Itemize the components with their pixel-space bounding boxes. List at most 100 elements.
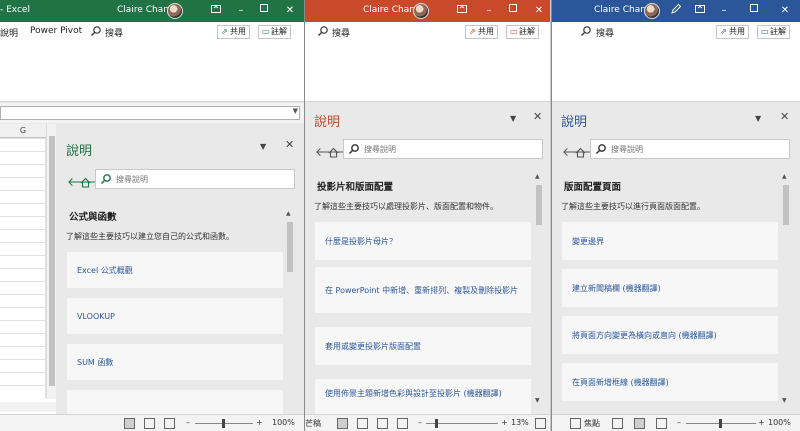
scroll-down-icon[interactable]: ▼ <box>535 397 540 404</box>
help-search-input[interactable] <box>611 142 761 156</box>
tell-me-label[interactable]: 搜尋 <box>332 26 350 39</box>
list-item[interactable]: 建立新聞稿欄 (機器翻譯) <box>562 269 778 307</box>
zoom-out-icon[interactable]: – <box>186 418 190 427</box>
help-search-input[interactable] <box>116 172 266 186</box>
ribbon-display-options-icon[interactable] <box>208 3 224 19</box>
scroll-thumb[interactable] <box>287 222 293 272</box>
list-item[interactable]: Excel 公式概觀 <box>67 252 283 288</box>
user-name[interactable]: Claire Chang <box>117 5 175 15</box>
share-button[interactable]: ⇗ 共用 <box>465 25 498 39</box>
search-icon[interactable] <box>90 25 102 37</box>
zoom-in-icon[interactable]: + <box>501 418 508 427</box>
chevron-down-icon[interactable]: ▼ <box>293 107 298 115</box>
print-layout-icon[interactable] <box>634 418 645 429</box>
help-scrollbar[interactable]: ▲ ▼ <box>781 171 791 409</box>
close-icon[interactable]: ✕ <box>285 138 294 151</box>
zoom-level[interactable]: 100% <box>768 418 791 427</box>
close-icon[interactable]: ✕ <box>777 3 793 19</box>
avatar[interactable] <box>167 3 183 19</box>
avatar[interactable] <box>644 3 660 19</box>
close-icon[interactable]: ✕ <box>533 110 542 123</box>
tab-help[interactable]: 說明 <box>0 26 18 39</box>
home-icon[interactable] <box>80 177 91 189</box>
list-item[interactable]: VLOOKUP <box>67 298 283 334</box>
close-icon[interactable]: ✕ <box>780 110 789 123</box>
scroll-down-icon[interactable]: ▼ <box>782 397 787 404</box>
list-item[interactable]: 變更邊界 <box>562 222 778 260</box>
zoom-level[interactable]: 100% <box>272 418 295 427</box>
user-name[interactable]: Claire Chang <box>363 5 421 15</box>
vertical-scrollbar[interactable] <box>46 124 56 399</box>
zoom-slider-thumb[interactable] <box>222 419 225 428</box>
read-mode-icon[interactable] <box>612 418 623 429</box>
chevron-down-icon[interactable]: ▼ <box>260 142 266 151</box>
chevron-down-icon[interactable]: ▼ <box>510 114 516 123</box>
list-item[interactable]: SUM 函數 <box>67 344 283 380</box>
normal-view-icon[interactable] <box>124 418 135 429</box>
zoom-in-icon[interactable]: + <box>256 418 263 427</box>
minimize-icon[interactable]: – <box>716 3 732 19</box>
page-layout-icon[interactable] <box>144 418 155 429</box>
comment-button[interactable]: ▭註解 <box>506 25 539 39</box>
reading-view-icon[interactable] <box>377 418 388 429</box>
slide-sorter-icon[interactable] <box>357 418 368 429</box>
cell-grid[interactable] <box>0 138 46 398</box>
list-item[interactable]: 在 PowerPoint 中新增、重新排列、複製及刪除投影片 <box>315 267 531 313</box>
minimize-icon[interactable]: – <box>233 3 249 19</box>
tell-me-label[interactable]: 搜尋 <box>105 26 123 39</box>
pen-icon[interactable] <box>668 3 684 19</box>
zoom-out-icon[interactable]: – <box>677 418 681 427</box>
normal-view-icon[interactable] <box>337 418 348 429</box>
zoom-out-icon[interactable]: – <box>418 418 422 427</box>
scroll-up-icon[interactable]: ▲ <box>535 173 540 180</box>
avatar[interactable] <box>413 3 429 19</box>
tab-power-pivot[interactable]: Power Pivot <box>30 26 82 36</box>
zoom-slider-thumb[interactable] <box>719 419 722 428</box>
zoom-in-icon[interactable]: + <box>758 418 765 427</box>
maximize-icon[interactable] <box>505 3 521 19</box>
search-icon[interactable] <box>317 25 329 37</box>
scroll-up-icon[interactable]: ▲ <box>286 210 291 217</box>
list-item[interactable]: 什麼是投影片母片？ <box>315 222 531 260</box>
maximize-icon[interactable] <box>746 3 762 19</box>
comment-button[interactable]: ▭註解 <box>258 25 291 39</box>
list-item[interactable]: 套用或變更投影片版面配置 <box>315 327 531 365</box>
zoom-slider-thumb[interactable] <box>435 419 438 428</box>
chevron-down-icon[interactable]: ▼ <box>755 114 761 123</box>
horizontal-scrollbar[interactable] <box>0 402 56 412</box>
scroll-thumb[interactable] <box>49 136 55 386</box>
list-item[interactable]: 使用佈景主題新增色彩與設計至投影片 (機器翻譯) <box>315 379 531 414</box>
page-break-view-icon[interactable] <box>164 418 175 429</box>
status-text[interactable]: 芒稿 <box>305 418 321 429</box>
list-item[interactable]: 在頁面新增框線 (機器翻譯) <box>562 363 778 401</box>
formula-input[interactable] <box>0 106 300 120</box>
user-name[interactable]: Claire Chang <box>594 5 652 15</box>
share-button[interactable]: ⇗ 共用 <box>716 25 749 39</box>
home-icon[interactable] <box>575 147 586 159</box>
help-search-box[interactable] <box>95 169 295 189</box>
list-item[interactable] <box>67 390 283 414</box>
tell-me-label[interactable]: 搜尋 <box>596 26 614 39</box>
help-search-input[interactable] <box>364 142 514 156</box>
scroll-thumb[interactable] <box>536 185 542 225</box>
column-header[interactable]: G <box>0 124 46 138</box>
share-button[interactable]: ⇗ 共用 <box>217 25 250 39</box>
web-layout-icon[interactable] <box>656 418 667 429</box>
fit-slide-icon[interactable] <box>535 418 546 429</box>
focus-label[interactable]: 焦點 <box>584 418 600 429</box>
help-scrollbar[interactable]: ▲ <box>285 208 295 414</box>
scroll-thumb[interactable] <box>783 185 789 225</box>
list-item[interactable]: 將頁面方向變更為橫向或直向 (機器翻譯) <box>562 316 778 354</box>
help-search-box[interactable] <box>343 139 543 159</box>
slideshow-icon[interactable] <box>397 418 408 429</box>
maximize-icon[interactable] <box>256 3 272 19</box>
comment-button[interactable]: ▭註解 <box>757 25 790 39</box>
zoom-level[interactable]: 13% <box>511 418 529 427</box>
scroll-up-icon[interactable]: ▲ <box>782 173 787 180</box>
focus-icon[interactable] <box>570 418 581 429</box>
home-icon[interactable] <box>328 147 339 159</box>
help-search-box[interactable] <box>590 139 790 159</box>
help-scrollbar[interactable]: ▲ ▼ <box>534 171 544 409</box>
close-icon[interactable]: ✕ <box>282 3 298 19</box>
minimize-icon[interactable]: – <box>481 3 497 19</box>
